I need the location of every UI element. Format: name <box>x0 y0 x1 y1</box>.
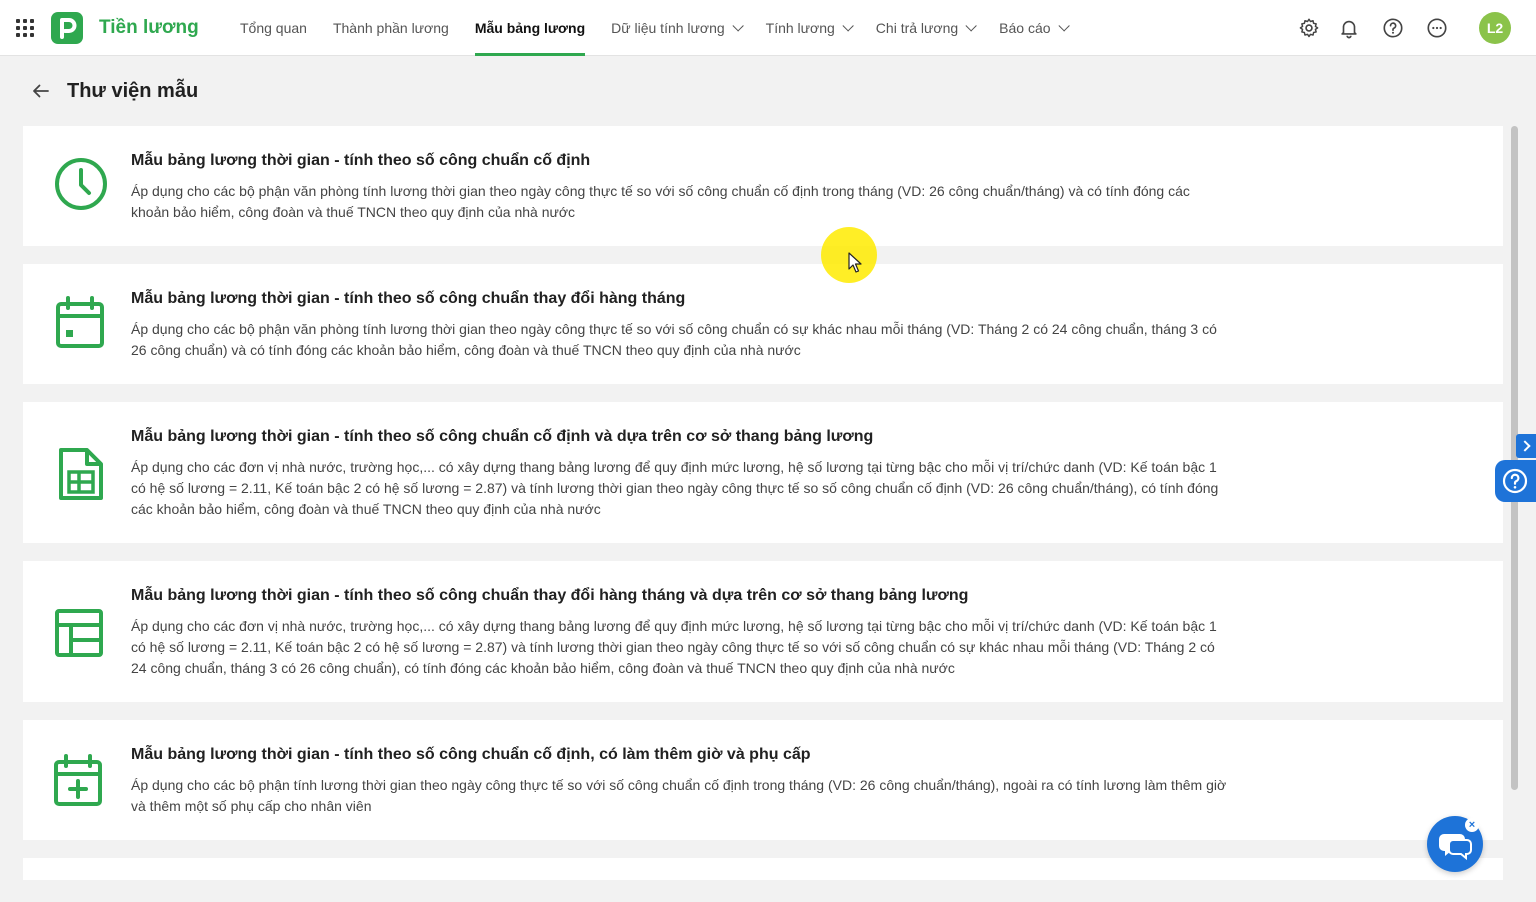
nav-tong-quan[interactable]: Tổng quan <box>240 0 307 56</box>
template-description: Áp dụng cho các bộ phận văn phòng tính l… <box>131 183 1190 220</box>
page-title: Thư viện mẫu <box>67 80 199 102</box>
template-card-overtime-allowance[interactable]: Mẫu bảng lương thời gian - tính theo số … <box>23 720 1503 840</box>
spreadsheet-icon <box>59 448 103 500</box>
page-scrollbar[interactable] <box>1511 126 1518 790</box>
template-description: Áp dụng cho các bộ phận tính lương thời … <box>131 777 1227 814</box>
calendar-plus-icon <box>54 754 102 806</box>
top-bar: Tiền lương Tổng quan Thành phần lương Mẫ… <box>0 0 1536 56</box>
calendar-icon <box>56 296 104 348</box>
help-icon <box>1502 468 1528 494</box>
bell-icon[interactable] <box>1338 17 1360 39</box>
chat-close-button[interactable]: × <box>1465 818 1479 832</box>
table-icon <box>55 609 103 657</box>
chevron-down-icon <box>842 20 854 32</box>
nav-label: Báo cáo <box>999 20 1051 36</box>
help-widget-button[interactable] <box>1495 460 1536 502</box>
template-description: Áp dụng cho các bộ phận văn phòng tính l… <box>131 321 1217 358</box>
nav-bao-cao[interactable]: Báo cáo <box>999 0 1070 56</box>
chevron-down-icon <box>1057 20 1070 32</box>
template-title: Mẫu bảng lương thời gian - tính theo số … <box>131 746 811 763</box>
nav-mau-bang-luong[interactable]: Mẫu bảng lương <box>474 0 586 56</box>
nav-label: Tính lương <box>765 20 835 36</box>
nav-label: Dữ liệu tính lương <box>611 20 725 36</box>
nav-tinh-luong[interactable]: Tính lương <box>765 0 854 56</box>
chevron-down-icon <box>732 20 744 32</box>
template-card-monthly-salary-scale[interactable]: Mẫu bảng lương thời gian - tính theo số … <box>23 561 1503 702</box>
nav-label: Tổng quan <box>240 20 307 36</box>
template-card-fixed-salary-scale[interactable]: Mẫu bảng lương thời gian - tính theo số … <box>23 402 1503 543</box>
template-title: Mẫu bảng lương thời gian - tính theo số … <box>131 587 969 604</box>
template-title: Mẫu bảng lương thời gian - tính theo số … <box>131 290 686 307</box>
side-panel-toggle[interactable] <box>1516 434 1536 458</box>
nav-thanh-phan-luong[interactable]: Thành phần lương <box>333 0 449 56</box>
template-card-fixed-standard[interactable]: Mẫu bảng lương thời gian - tính theo số … <box>23 126 1503 246</box>
nav-label: Thành phần lương <box>332 20 449 36</box>
nav-label: Chi trả lương <box>875 20 959 36</box>
more-icon[interactable] <box>1426 17 1448 39</box>
template-description: Áp dụng cho các đơn vị nhà nước, trường … <box>131 459 1219 517</box>
chevron-down-icon <box>965 20 977 32</box>
app-logo[interactable] <box>51 12 83 44</box>
main-nav: Tổng quan Thành phần lương Mẫu bảng lươn… <box>240 0 1092 56</box>
nav-label: Mẫu bảng lương <box>474 20 586 36</box>
back-arrow-icon[interactable] <box>31 81 51 101</box>
clock-icon <box>55 158 107 210</box>
template-description: Áp dụng cho các đơn vị nhà nước, trường … <box>131 618 1217 676</box>
template-card-monthly-standard[interactable]: Mẫu bảng lương thời gian - tính theo số … <box>23 264 1503 384</box>
template-card-partial[interactable] <box>23 858 1503 880</box>
nav-chi-tra-luong[interactable]: Chi trả lương <box>875 0 977 56</box>
template-title: Mẫu bảng lương thời gian - tính theo số … <box>131 428 874 445</box>
app-title[interactable]: Tiền lương <box>99 17 199 39</box>
template-title: Mẫu bảng lương thời gian - tính theo số … <box>131 152 591 169</box>
nav-du-lieu-tinh-luong[interactable]: Dữ liệu tính lương <box>611 0 744 56</box>
avatar[interactable]: L2 <box>1479 12 1511 44</box>
apps-grid-icon[interactable] <box>16 19 34 37</box>
gear-icon[interactable] <box>1298 17 1320 39</box>
mouse-cursor-icon <box>848 252 862 273</box>
help-icon[interactable] <box>1382 17 1404 39</box>
